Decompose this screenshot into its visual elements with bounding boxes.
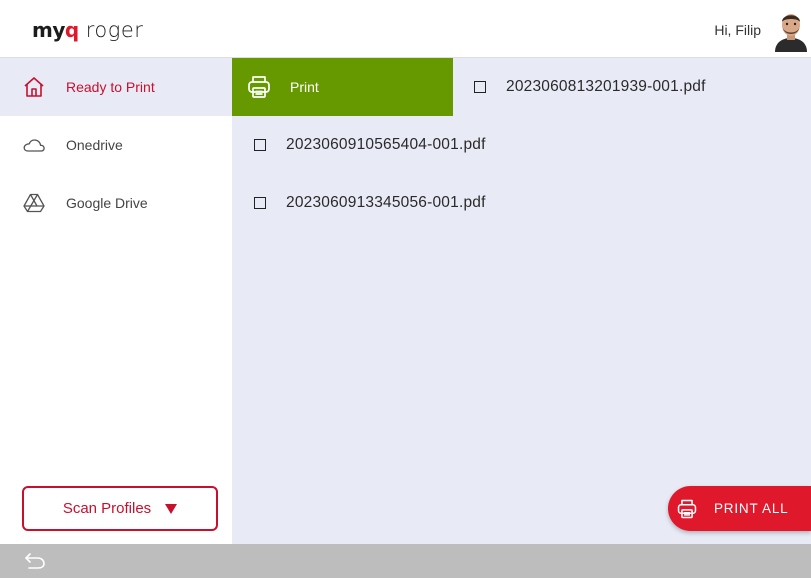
sidebar-item-label: Google Drive xyxy=(66,195,148,211)
sidebar-item-google-drive[interactable]: Google Drive xyxy=(0,174,232,232)
file-checkbox[interactable] xyxy=(474,81,486,93)
file-name: 2023060913345056-001.pdf xyxy=(286,194,486,211)
file-row[interactable]: 2023060813201939-001.pdf xyxy=(474,58,706,116)
sidebar-item-label: Onedrive xyxy=(66,137,123,153)
sidebar-item-label: Ready to Print xyxy=(66,79,155,95)
file-checkbox[interactable] xyxy=(254,139,266,151)
myq-roger-logo: myq roger xyxy=(32,18,143,42)
scan-profiles-label: Scan Profiles xyxy=(62,500,152,517)
cloud-icon xyxy=(22,133,46,157)
home-icon xyxy=(22,75,46,99)
file-name: 2023060813201939-001.pdf xyxy=(506,78,706,95)
scan-profiles-button[interactable]: Scan Profiles xyxy=(22,486,218,531)
file-checkbox[interactable] xyxy=(254,197,266,209)
user-greeting: Hi, Filip xyxy=(714,22,761,38)
sidebar-item-onedrive[interactable]: Onedrive xyxy=(0,116,232,174)
caret-down-icon xyxy=(165,503,178,514)
system-bottom-bar xyxy=(0,544,811,578)
sidebar: Ready to Print Onedrive Google Drive Sca… xyxy=(0,58,232,544)
printer-icon xyxy=(676,498,698,520)
print-button[interactable]: Print xyxy=(232,58,453,116)
app-window: myq roger Hi, Filip Ready to Print Onedr… xyxy=(0,0,811,578)
google-drive-icon xyxy=(22,191,46,215)
file-row[interactable]: 2023060913345056-001.pdf xyxy=(254,174,486,232)
sidebar-item-ready-to-print[interactable]: Ready to Print xyxy=(0,58,232,116)
file-row[interactable]: 2023060910565404-001.pdf xyxy=(254,116,486,174)
header: myq roger Hi, Filip xyxy=(0,0,811,58)
file-list-panel: Print 2023060813201939-001.pdf 202306091… xyxy=(232,58,811,544)
back-arrow-icon[interactable] xyxy=(24,552,46,570)
logo-roger: roger xyxy=(85,18,144,42)
printer-icon xyxy=(246,74,272,100)
print-all-label: PRINT ALL xyxy=(714,501,789,516)
file-name: 2023060910565404-001.pdf xyxy=(286,136,486,153)
user-avatar[interactable] xyxy=(771,8,811,52)
print-button-label: Print xyxy=(290,79,319,95)
logo-myq: myq xyxy=(32,18,79,42)
print-all-button[interactable]: PRINT ALL xyxy=(668,486,811,531)
